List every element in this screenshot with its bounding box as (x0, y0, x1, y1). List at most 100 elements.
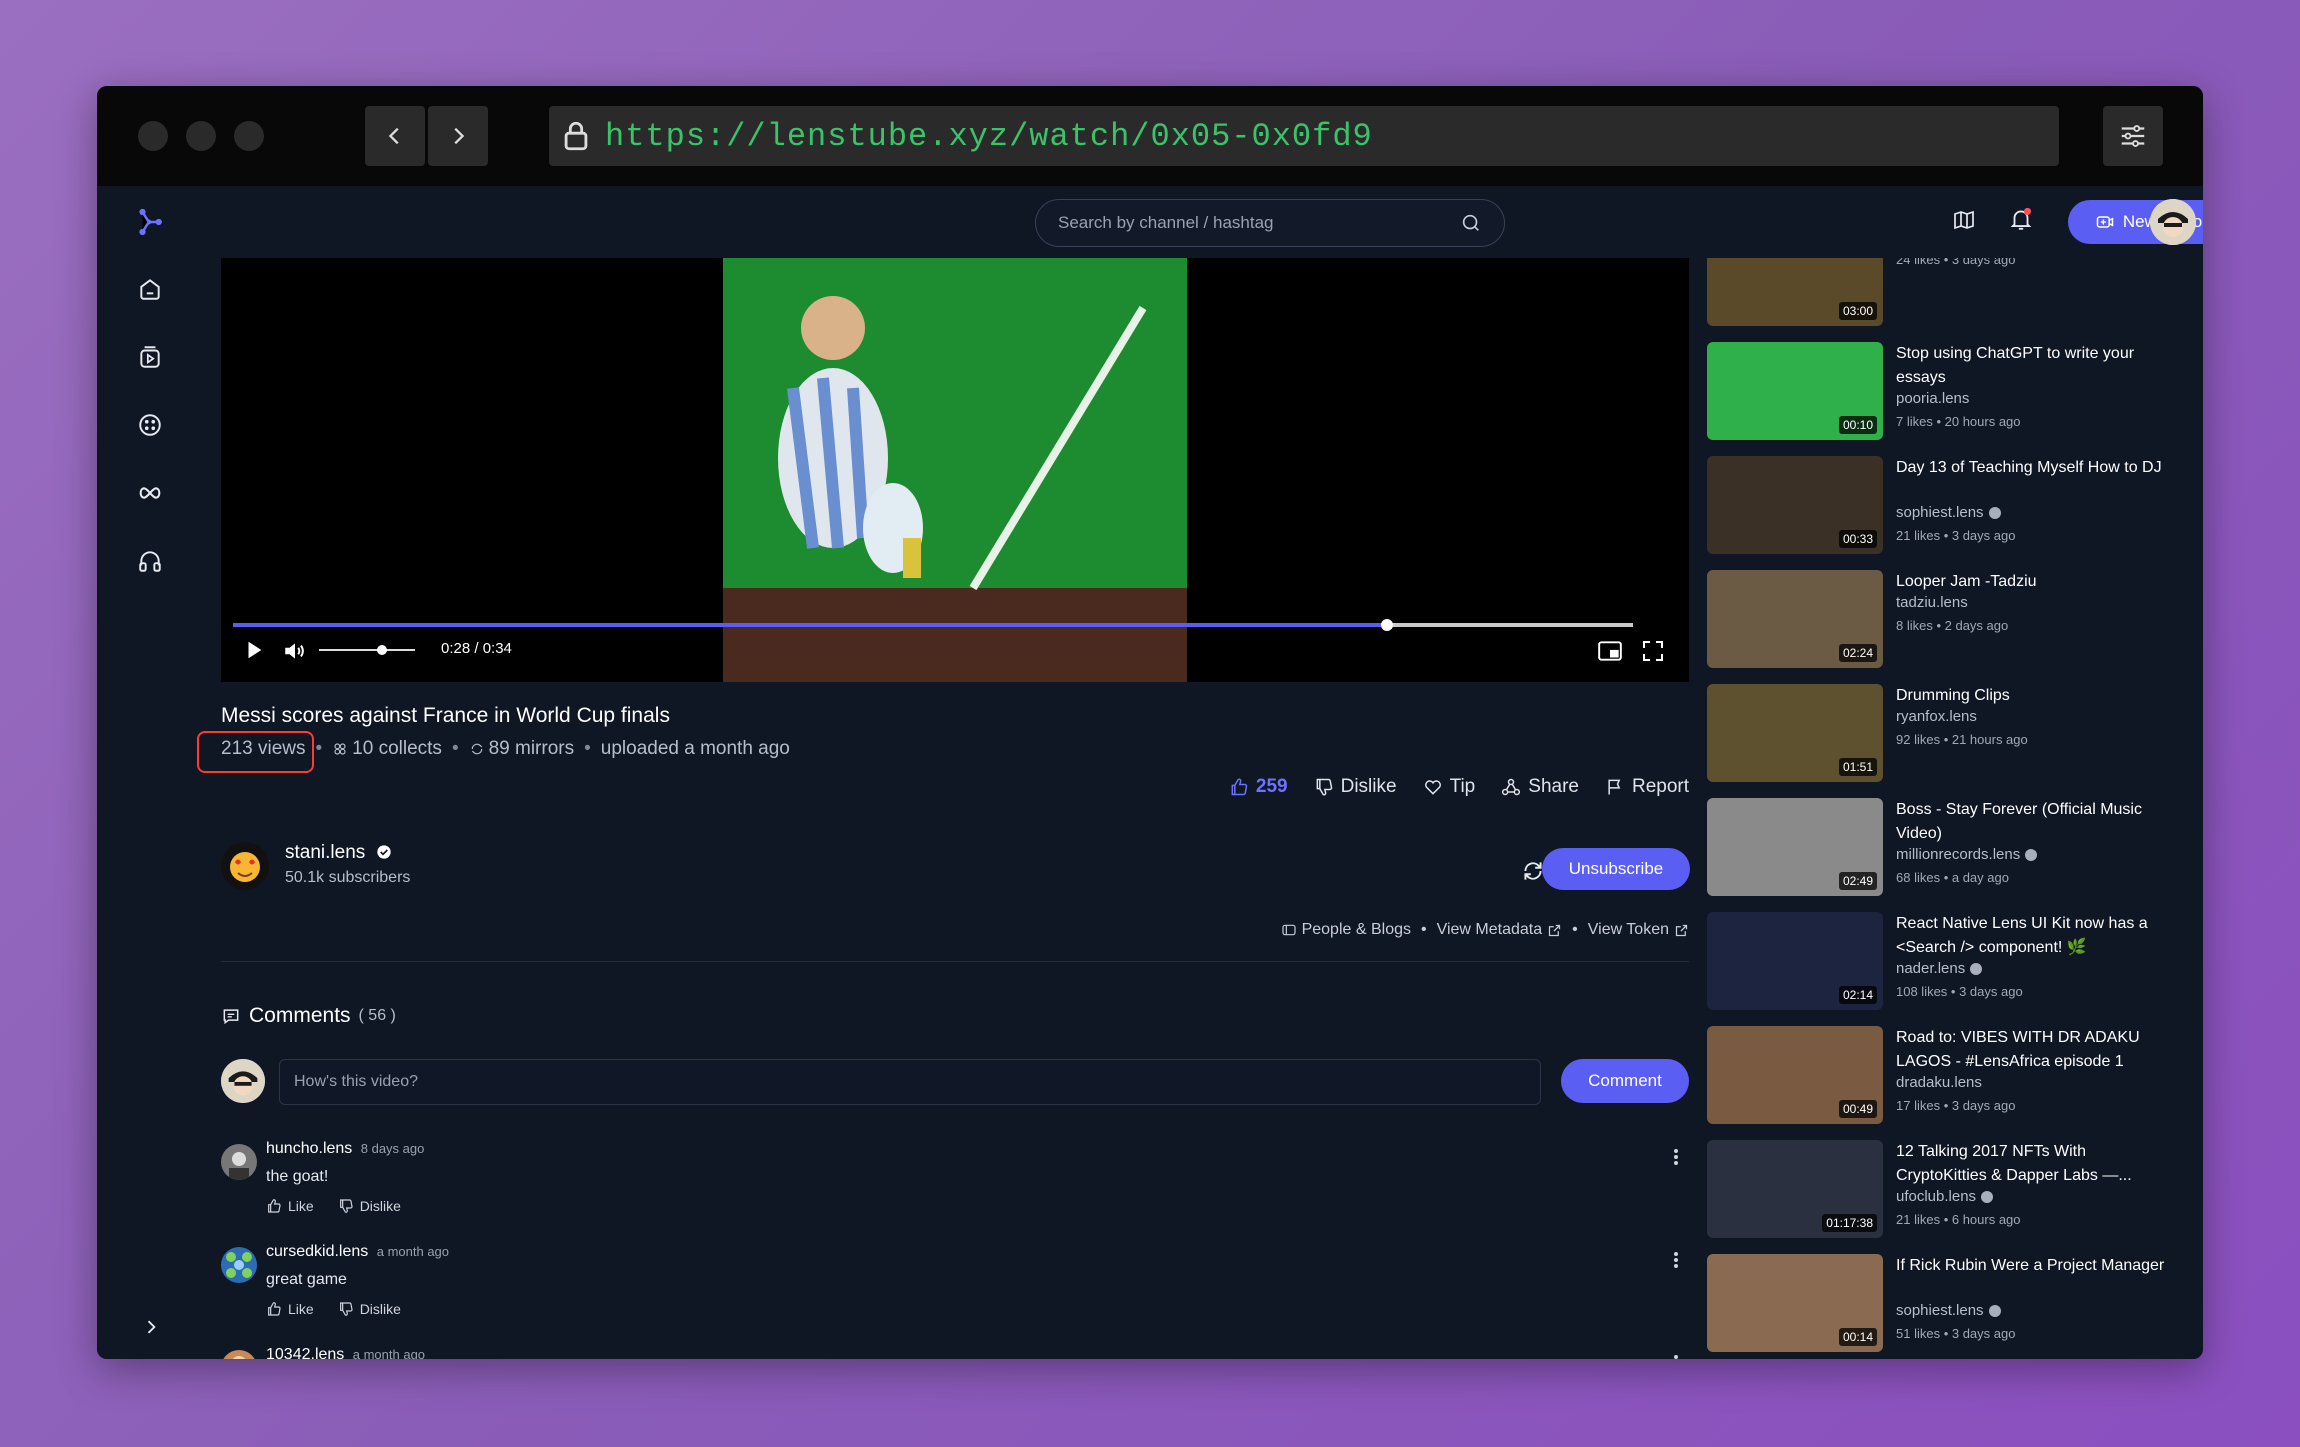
comment-like-button[interactable]: Like (266, 1198, 314, 1214)
video-title-link[interactable]: Looper Jam -Tadziu (1896, 570, 2166, 594)
video-channel[interactable]: tadziu.lens (1896, 594, 1968, 611)
nav-home[interactable] (133, 272, 167, 306)
tip-button[interactable]: Tip (1423, 776, 1475, 798)
recommended-video[interactable]: 02:49 Boss - Stay Forever (Official Music… (1707, 798, 2203, 898)
back-button[interactable] (365, 106, 425, 166)
window-close-button[interactable] (138, 121, 168, 151)
user-avatar[interactable] (2150, 199, 2196, 245)
video-channel[interactable]: pooria.lens (1896, 390, 1969, 407)
volume-slider[interactable] (319, 645, 415, 655)
expand-sidebar-button[interactable] (141, 1317, 161, 1342)
view-metadata-link[interactable]: View Metadata (1437, 921, 1563, 939)
comment-more-button[interactable] (1673, 1148, 1679, 1171)
channel-name[interactable]: millionrecords.lens (1896, 846, 2020, 863)
video-channel[interactable]: ryanfox.lens (1896, 708, 1977, 725)
search-input[interactable] (1056, 212, 1460, 234)
video-title-link[interactable]: Day 13 of Teaching Myself How to DJ (1896, 456, 2166, 480)
fullscreen-button[interactable] (1641, 639, 1665, 668)
video-thumbnail[interactable]: 02:24 (1707, 570, 1883, 668)
video-channel[interactable]: millionrecords.lens (1896, 846, 2038, 863)
recommendations-sidebar[interactable]: 03:00juampi.lens24 likes • 3 days ago 00:… (1707, 258, 2203, 1359)
view-token-link[interactable]: View Token (1588, 921, 1689, 939)
video-thumbnail[interactable]: 00:49 (1707, 1026, 1883, 1124)
video-thumbnail[interactable]: 02:49 (1707, 798, 1883, 896)
url-text[interactable]: https://lenstube.xyz/watch/0x05-0x0fd9 (605, 118, 1373, 155)
channel-avatar[interactable] (221, 842, 269, 890)
seek-bar[interactable] (233, 619, 1633, 631)
comment-submit-button[interactable]: Comment (1561, 1059, 1689, 1103)
channel-name[interactable]: ufoclub.lens (1896, 1188, 1976, 1205)
channel-name[interactable]: dradaku.lens (1896, 1074, 1982, 1091)
volume-handle[interactable] (377, 645, 388, 655)
nav-subscriptions[interactable] (133, 340, 167, 374)
recommended-video[interactable]: 02:14 React Native Lens UI Kit now has a … (1707, 912, 2203, 1012)
channel-name[interactable]: ryanfox.lens (1896, 708, 1977, 725)
channel-name[interactable]: sophiest.lens (1896, 504, 1984, 521)
video-channel[interactable]: nader.lens (1896, 960, 1983, 977)
recommended-video[interactable]: 00:10 Stop using ChatGPT to write your es… (1707, 342, 2203, 442)
mute-button[interactable] (282, 638, 308, 669)
recommended-video[interactable]: 02:24 Looper Jam -Tadziu tadziu.lens 8 like… (1707, 570, 2203, 670)
video-channel[interactable]: ufoclub.lens (1896, 1188, 1994, 1205)
video-title-link[interactable]: Road to: VIBES WITH DR ADAKU LAGOS - #Le… (1896, 1026, 2166, 1074)
window-minimize-button[interactable] (186, 121, 216, 151)
play-button[interactable] (243, 639, 265, 666)
video-channel[interactable]: sophiest.lens (1896, 1302, 2001, 1319)
category-tag[interactable]: People & Blogs (1281, 921, 1411, 939)
comment-author[interactable]: cursedkid.lens (266, 1243, 368, 1260)
channel-name[interactable]: nader.lens (1896, 960, 1965, 977)
nav-music[interactable] (133, 544, 167, 578)
notifications-button[interactable] (2008, 206, 2034, 237)
search-icon[interactable] (1460, 212, 1482, 234)
browser-settings-button[interactable] (2103, 106, 2163, 166)
video-thumbnail[interactable]: 00:10 (1707, 342, 1883, 440)
video-thumbnail[interactable]: 02:14 (1707, 912, 1883, 1010)
video-title-link[interactable]: If Rick Rubin Were a Project Manager (1896, 1254, 2166, 1278)
comment-more-button[interactable] (1673, 1354, 1679, 1359)
video-title-link[interactable]: 12 Talking 2017 NFTs With CryptoKitties … (1896, 1140, 2166, 1188)
guide-button[interactable] (1952, 208, 1976, 237)
window-maximize-button[interactable] (234, 121, 264, 151)
comment-input[interactable] (279, 1059, 1541, 1105)
video-frame[interactable] (723, 258, 1187, 682)
recommended-video[interactable]: 00:49 Road to: VIBES WITH DR ADAKU LAGOS … (1707, 1026, 2203, 1126)
video-title-link[interactable]: Drumming Clips (1896, 684, 2166, 708)
channel-name[interactable]: tadziu.lens (1896, 594, 1968, 611)
recommended-video[interactable]: 01:51 Drumming Clips ryanfox.lens 92 likes … (1707, 684, 2203, 784)
video-thumbnail[interactable]: 01:17:38 (1707, 1140, 1883, 1238)
comment-dislike-button[interactable]: Dislike (338, 1198, 401, 1214)
recommended-video[interactable]: 00:14 If Rick Rubin Were a Project Manage… (1707, 1254, 2203, 1354)
nav-explore[interactable] (133, 408, 167, 442)
video-thumbnail[interactable]: 00:33 (1707, 456, 1883, 554)
comment-avatar[interactable] (221, 1144, 257, 1180)
seek-bar-handle[interactable] (1380, 619, 1393, 631)
app-logo[interactable] (133, 205, 167, 239)
picture-in-picture-button[interactable] (1596, 638, 1624, 669)
video-thumbnail[interactable]: 01:51 (1707, 684, 1883, 782)
comment-avatar[interactable] (221, 1350, 257, 1359)
video-player[interactable]: 0:28 / 0:34 (221, 258, 1689, 682)
forward-button[interactable] (428, 106, 488, 166)
video-title-link[interactable]: React Native Lens UI Kit now has a <Sear… (1896, 912, 2166, 960)
comment-more-button[interactable] (1673, 1251, 1679, 1274)
video-thumbnail[interactable]: 00:14 (1707, 1254, 1883, 1352)
comment-author[interactable]: 10342.lens (266, 1346, 344, 1359)
unsubscribe-button[interactable]: Unsubscribe (1542, 848, 1690, 890)
recommended-video[interactable]: 00:33 Day 13 of Teaching Myself How to DJ… (1707, 456, 2203, 556)
comment-dislike-button[interactable]: Dislike (338, 1301, 401, 1317)
report-button[interactable]: Report (1605, 776, 1689, 798)
video-thumbnail[interactable]: 03:00 (1707, 258, 1883, 326)
recommended-video[interactable]: 01:17:38 12 Talking 2017 NFTs With Crypto… (1707, 1140, 2203, 1240)
search-box[interactable] (1035, 199, 1505, 247)
recommended-video[interactable]: 03:00juampi.lens24 likes • 3 days ago (1707, 258, 2203, 328)
channel-name[interactable]: sophiest.lens (1896, 1302, 1984, 1319)
video-title-link[interactable]: Boss - Stay Forever (Official Music Vide… (1896, 798, 2166, 846)
video-channel[interactable]: sophiest.lens (1896, 504, 2001, 521)
channel-name-row[interactable]: stani.lens (285, 842, 392, 864)
dislike-button[interactable]: Dislike (1314, 776, 1397, 798)
share-button[interactable]: Share (1501, 776, 1579, 798)
channel-name[interactable]: pooria.lens (1896, 390, 1969, 407)
like-button[interactable]: 259 (1229, 776, 1288, 798)
comment-avatar[interactable] (221, 1247, 257, 1283)
address-bar[interactable]: https://lenstube.xyz/watch/0x05-0x0fd9 (549, 106, 2059, 166)
